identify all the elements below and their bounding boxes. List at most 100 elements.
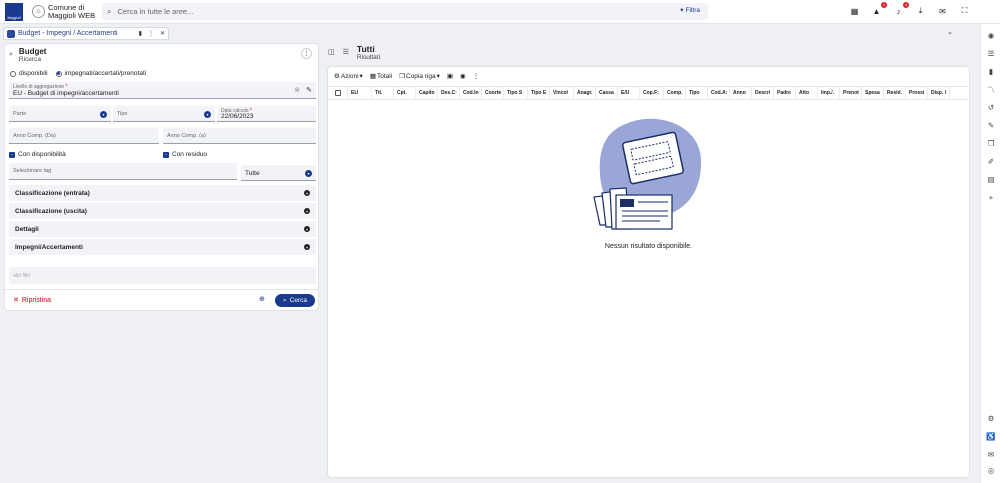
tools-icon[interactable]: ✎ (986, 120, 996, 130)
trend-icon[interactable]: 〽 (986, 84, 996, 94)
section-classificazione-uscita[interactable]: Classificazione (uscita) + (9, 203, 316, 220)
column-header[interactable]: Comp. (664, 86, 686, 100)
gear-icon: ⚙ (334, 73, 340, 80)
global-search-input[interactable] (117, 7, 618, 16)
checklist-icon[interactable]: ☰ (986, 48, 996, 58)
results-title: Tutti (356, 44, 375, 54)
column-header[interactable]: Coorte (482, 86, 504, 100)
radio-disponibili[interactable]: disponibili (10, 70, 48, 77)
column-header[interactable]: Spesa (862, 86, 884, 100)
results-header: ◫ ☰ Tutti Risultati (328, 44, 380, 61)
column-header[interactable]: Cop.F; (640, 86, 664, 100)
column-header[interactable]: Cod.A: (708, 86, 730, 100)
copy-row-menu[interactable]: ❐ Copia riga ▾ (399, 72, 440, 81)
con-disponibilita-checkbox[interactable]: − Con disponibilità (9, 151, 66, 158)
actions-menu[interactable]: ⚙ Azioni ▾ (334, 72, 363, 81)
download-icon[interactable]: ⤓ (915, 4, 926, 18)
column-header[interactable]: Cod.In (460, 86, 482, 100)
copy-icon[interactable]: ❐ (986, 138, 996, 148)
accessibility-icon[interactable]: ♿ (986, 431, 996, 441)
column-header[interactable]: Vincol (550, 86, 574, 100)
column-header[interactable]: Descri (752, 86, 774, 100)
column-header[interactable]: Des.C: (438, 86, 460, 100)
settings-gear-icon[interactable]: ⚙ (986, 413, 996, 423)
livello-aggregazione-field[interactable]: Livello di aggregazione * EU - Budget di… (9, 82, 316, 99)
expand-icon: + (304, 244, 310, 250)
column-header[interactable]: Resid. (884, 86, 906, 100)
clear-icon[interactable]: ⊗ (294, 86, 300, 94)
column-header[interactable]: Atto (796, 86, 818, 100)
filter-button[interactable]: ▾ Filtra (680, 6, 700, 15)
search-button[interactable]: ⌕ Cerca (275, 294, 315, 307)
export-icon[interactable]: ▣ (447, 72, 453, 80)
add-icon[interactable]: + (986, 192, 996, 202)
column-header[interactable]: Tipo S (504, 86, 528, 100)
column-header[interactable]: Capito (416, 86, 438, 100)
column-header[interactable]: Tipo E (528, 86, 550, 100)
altri-filtri-field[interactable]: altri filtri (9, 267, 316, 284)
book-icon[interactable]: ▮ (986, 66, 996, 76)
apps-grid-icon[interactable]: ▦ (849, 4, 860, 18)
column-header[interactable]: Padre (774, 86, 796, 100)
column-header[interactable]: Cassa (596, 86, 618, 100)
checkbox-checked-icon: − (9, 151, 15, 158)
document-icon[interactable]: ▤ (986, 174, 996, 184)
search-panel: ⌕ Budget Ricerca ⋮ disponibili impegnati… (4, 43, 319, 311)
anno-comp-da-field[interactable]: Anno Comp. (Da) (9, 128, 159, 144)
help-icon[interactable]: ◎ (986, 465, 996, 475)
chat-icon[interactable]: ✉ (986, 449, 996, 459)
field-value: 22/06/2023 (221, 113, 254, 120)
home-icon[interactable]: ⌂ (32, 5, 45, 18)
column-header[interactable]: Prossi (906, 86, 928, 100)
user-icon[interactable]: ◉ (986, 30, 996, 40)
column-header[interactable]: Imp./. (818, 86, 840, 100)
column-header[interactable]: Anno (730, 86, 752, 100)
column-header[interactable]: Anagr. (574, 86, 596, 100)
reset-button[interactable]: ✕ Ripristina (13, 296, 51, 305)
column-header[interactable]: Tit. (372, 86, 394, 100)
tab-label: Budget - Impegni / Accertamenti (18, 30, 118, 37)
radio-impegnati[interactable]: impegnati/accertati/prenotati (55, 70, 146, 77)
app-logo[interactable]: Maggioli (5, 3, 23, 21)
checkbox-label: Con disponibilità (18, 151, 66, 158)
parte-select[interactable]: Parte ▾ (9, 106, 111, 122)
chevron-down-icon[interactable]: ⌄ (947, 28, 953, 36)
pencil-icon[interactable]: ✎ (306, 86, 312, 94)
panel-menu-icon[interactable]: ⋮ (301, 48, 312, 59)
tag-select[interactable]: Selezionare tag (9, 163, 237, 180)
history-icon[interactable]: ↺ (986, 102, 996, 112)
bookmark-icon[interactable]: ▮ (139, 30, 142, 37)
panel-toggle-icon[interactable]: ◫ (328, 48, 335, 56)
close-icon[interactable]: ✕ (160, 30, 165, 37)
column-header[interactable]: E/U (618, 86, 640, 100)
more-icon[interactable]: ⋮ (473, 72, 480, 80)
section-label: Impegni/Accertamenti (15, 243, 83, 251)
fullscreen-icon[interactable]: ⛶ (959, 4, 970, 18)
search-icon: ⌕ (107, 6, 112, 16)
mail-icon[interactable]: ✉ (937, 4, 948, 18)
edit-note-icon[interactable]: ✐ (986, 156, 996, 166)
tipo-select[interactable]: Tipo ▾ (113, 106, 215, 122)
tab-budget-impegni[interactable]: Budget - Impegni / Accertamenti ▮ ⋮ ✕ (3, 27, 169, 40)
expand-icon: + (304, 190, 310, 196)
alert-icon[interactable]: ▲ 1 (871, 2, 887, 18)
totals-button[interactable]: ▦ Totali (370, 72, 392, 81)
column-header[interactable]: Disp. l (928, 86, 950, 100)
section-dettagli[interactable]: Dettagli + (9, 221, 316, 238)
radio-label: disponibili (19, 70, 48, 77)
column-header[interactable]: Cpt. (394, 86, 416, 100)
eye-icon[interactable]: ◉ (460, 72, 466, 80)
section-impegni-accertamenti[interactable]: Impegni/Accertamenti + (9, 239, 316, 256)
bell-icon[interactable]: ♪ 4 (893, 2, 909, 18)
zoom-search-icon[interactable]: ⊕ (259, 295, 265, 303)
anno-comp-a-field[interactable]: Anno Comp. (a) (163, 128, 316, 144)
column-header[interactable]: EU (348, 86, 372, 100)
section-classificazione-entrata[interactable]: Classificazione (entrata) + (9, 185, 316, 202)
tab-menu-icon[interactable]: ⋮ (148, 30, 154, 37)
data-calcolo-field[interactable]: Data calcolo * 22/06/2023 (217, 106, 316, 122)
select-all-checkbox[interactable] (328, 86, 348, 100)
column-header[interactable]: Tipo (686, 86, 708, 100)
con-residuo-checkbox[interactable]: − Con residuo (163, 151, 207, 158)
column-header[interactable]: Prenot (840, 86, 862, 100)
tag-mode-select[interactable]: Tutte ▾ (241, 165, 316, 181)
